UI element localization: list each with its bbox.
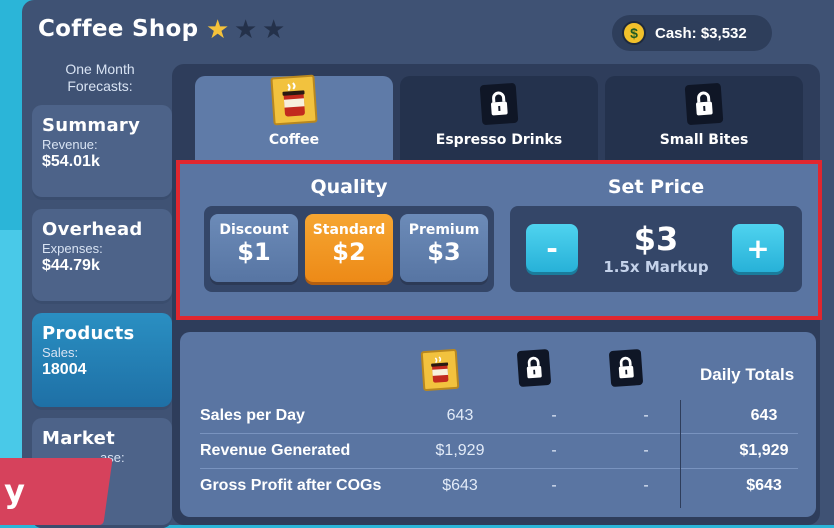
card-value: $54.01k — [42, 153, 100, 170]
forecast-heading: One Month Forecasts: — [65, 61, 135, 94]
page-title: Coffee Shop — [38, 16, 199, 42]
coin-icon: $ — [622, 21, 646, 45]
table-row: Sales per Day 643 - - 643 — [200, 399, 798, 434]
card-sub: Expenses: — [42, 241, 103, 256]
star-filled-icon: ★ — [206, 15, 230, 45]
product-settings: Quality Set Price Discount $1 Standard $… — [176, 160, 822, 320]
quality-premium-button[interactable]: Premium $3 — [400, 214, 488, 282]
row-label: Sales per Day — [200, 407, 305, 424]
rating-stars: ★ ★ ★ — [206, 17, 290, 43]
coffee-cup-icon — [270, 74, 318, 126]
card-value: $44.79k — [42, 257, 100, 274]
lock-icon — [608, 348, 644, 388]
card-title: Market — [42, 428, 116, 449]
quality-discount-button[interactable]: Discount $1 — [210, 214, 298, 282]
espresso-value: - — [551, 477, 557, 494]
table-row: Revenue Generated $1,929 - - $1,929 — [200, 434, 798, 469]
card-value: 18004 — [42, 361, 87, 378]
coffee-cup-icon — [420, 348, 460, 392]
coffee-value: 643 — [446, 407, 474, 424]
totals-table: Daily Totals Sales per Day 643 - - 643 R… — [180, 332, 816, 517]
total-value: 643 — [750, 407, 778, 424]
tab-small-bites[interactable]: Small Bites — [605, 76, 803, 160]
card-sub: Sales: — [42, 345, 79, 360]
cash-display: $ Cash: $3,532 — [612, 15, 772, 51]
quality-standard-button[interactable]: Standard $2 — [305, 214, 393, 282]
quality-name: Premium — [408, 222, 480, 238]
total-value: $1,929 — [739, 442, 789, 459]
increase-price-button[interactable]: + — [732, 224, 784, 272]
set-price-title: Set Price — [607, 176, 705, 198]
card-sub: Revenue: — [42, 137, 98, 152]
bites-value: - — [643, 407, 649, 424]
quality-price: $2 — [332, 238, 366, 266]
sidebar-item-summary[interactable]: Summary Revenue: $54.01k — [32, 105, 172, 200]
column-divider — [680, 400, 681, 508]
star-empty-icon: ★ — [262, 15, 286, 45]
coffee-value: $643 — [442, 477, 478, 494]
card-title: Summary — [42, 115, 141, 136]
row-label: Revenue Generated — [200, 442, 351, 459]
quality-title: Quality — [310, 176, 388, 198]
card-title: Overhead — [42, 219, 143, 240]
espresso-value: - — [551, 442, 557, 459]
lock-icon — [516, 348, 552, 388]
bites-value: - — [643, 442, 649, 459]
section-badge: y — [0, 458, 113, 525]
row-label: Gross Profit after COGs — [200, 477, 382, 494]
total-value: $643 — [746, 477, 782, 494]
quality-price: $1 — [237, 238, 271, 266]
quality-selector: Discount $1 Standard $2 Premium $3 — [204, 206, 494, 292]
daily-totals-header: Daily Totals — [700, 365, 795, 384]
star-empty-icon: ★ — [234, 15, 258, 45]
quality-name: Discount — [219, 222, 289, 238]
sidebar-item-products[interactable]: Products Sales: 18004 — [32, 313, 172, 410]
badge-text: y — [4, 472, 25, 510]
lock-icon — [479, 82, 519, 126]
quality-name: Standard — [312, 222, 386, 238]
tab-coffee[interactable]: Coffee — [195, 74, 393, 160]
quality-price: $3 — [427, 238, 461, 266]
price-control: - $3 1.5x Markup + — [510, 206, 802, 292]
coffee-value: $1,929 — [435, 442, 485, 459]
tab-label: Coffee — [268, 132, 320, 148]
tab-label: Espresso Drinks — [435, 132, 563, 148]
espresso-value: - — [551, 407, 557, 424]
tab-label: Small Bites — [659, 132, 749, 148]
lock-icon — [684, 82, 724, 126]
table-row: Gross Profit after COGs $643 - - $643 — [200, 469, 798, 504]
cash-label: Cash: $3,532 — [655, 24, 747, 42]
bites-value: - — [643, 477, 649, 494]
sidebar-item-overhead[interactable]: Overhead Expenses: $44.79k — [32, 209, 172, 304]
card-title: Products — [42, 323, 135, 344]
tab-espresso-drinks[interactable]: Espresso Drinks — [400, 76, 598, 160]
